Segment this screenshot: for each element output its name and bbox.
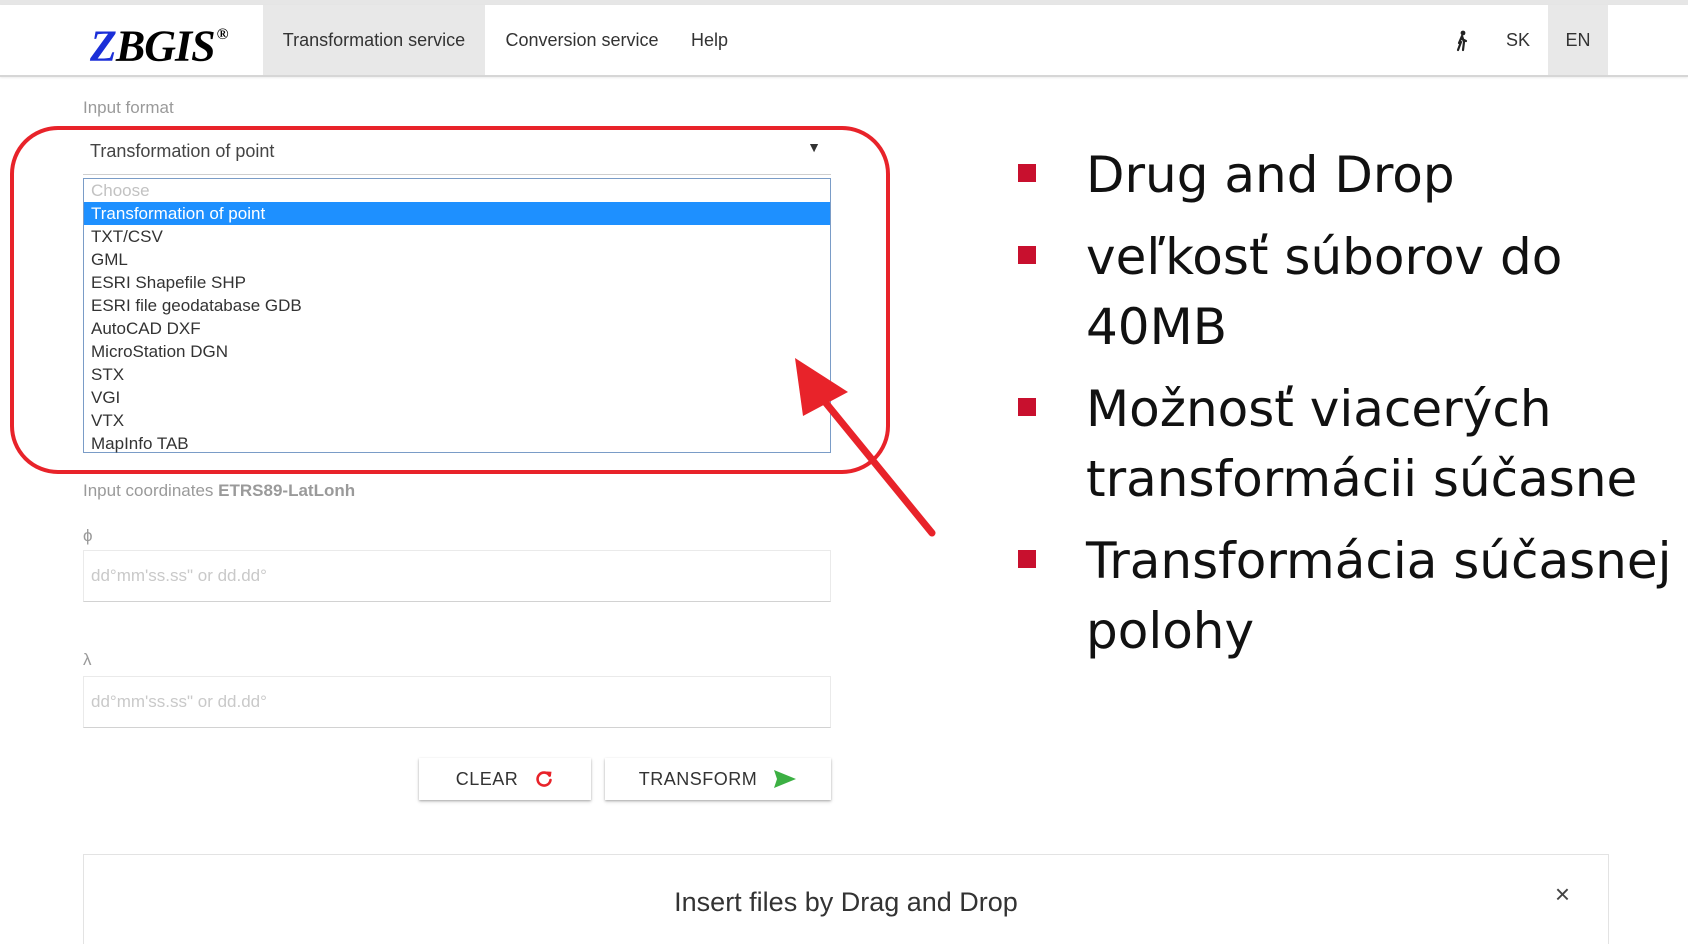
bullet-square-icon	[1018, 246, 1036, 264]
option-microstation-dgn[interactable]: MicroStation DGN	[84, 340, 830, 363]
drag-and-drop-zone[interactable]: Insert files by Drag and Drop ×	[83, 854, 1609, 944]
input-format-selected-value: Transformation of point	[90, 141, 275, 161]
input-format-label: Input format	[83, 98, 174, 117]
dropdown-arrow-icon: ▼	[807, 139, 821, 155]
input-coordinates-text: Input coordinates	[83, 481, 214, 500]
bullet-square-icon	[1018, 550, 1036, 568]
bullet-text: Možnosť viacerých transformácii súčasne	[1086, 380, 1638, 508]
option-gml[interactable]: GML	[84, 248, 830, 271]
bullet-item: veľkosť súborov do 40MB	[1018, 222, 1688, 362]
input-format-select[interactable]: Transformation of point ▼	[83, 128, 831, 175]
lang-en[interactable]: EN	[1548, 5, 1608, 75]
bullet-item: Možnosť viacerých transformácii súčasne	[1018, 374, 1688, 514]
close-icon[interactable]: ×	[1555, 879, 1570, 910]
send-arrow-icon	[774, 770, 797, 788]
logo-letters: BGIS	[115, 21, 216, 71]
bullet-item: Drug and Drop	[1018, 140, 1688, 210]
input-format-options-list[interactable]: Choose Transformation of point TXT/CSV G…	[83, 178, 831, 453]
top-navigation-bar: ZBGIS ® Transformation service Conversion…	[0, 5, 1688, 77]
lambda-input[interactable]	[83, 676, 831, 728]
refresh-icon	[536, 771, 553, 787]
drag-and-drop-title: Insert files by Drag and Drop	[674, 887, 1018, 917]
lambda-label: λ	[83, 650, 92, 669]
phi-label: ϕ	[83, 526, 93, 545]
nav-transformation-service[interactable]: Transformation service	[263, 5, 485, 75]
lang-sk[interactable]: SK	[1490, 5, 1546, 75]
option-autocad-dxf[interactable]: AutoCAD DXF	[84, 317, 830, 340]
option-txt-csv[interactable]: TXT/CSV	[84, 225, 830, 248]
annotation-bullet-list: Drug and Drop veľkosť súborov do 40MB Mo…	[1018, 140, 1688, 678]
option-mapinfo-tab[interactable]: MapInfo TAB	[84, 432, 830, 455]
transform-button-label: TRANSFORM	[638, 768, 758, 789]
bullet-text: Drug and Drop	[1086, 146, 1455, 204]
bullet-text: Transformácia súčasnej polohy	[1086, 532, 1672, 660]
phi-input[interactable]	[83, 550, 831, 602]
clear-button-label: CLEAR	[455, 768, 519, 789]
bullet-item: Transformácia súčasnej polohy	[1018, 526, 1688, 666]
bullet-square-icon	[1018, 398, 1036, 416]
clear-button[interactable]: CLEAR	[419, 758, 591, 800]
option-esri-gdb[interactable]: ESRI file geodatabase GDB	[84, 294, 830, 317]
input-coordinates-label: Input coordinates ETRS89-LatLonh	[83, 481, 355, 501]
option-transformation-of-point[interactable]: Transformation of point	[84, 202, 830, 225]
person-walking-icon	[1456, 30, 1468, 52]
coordinate-system-name: ETRS89-LatLonh	[218, 481, 356, 500]
option-esri-shapefile[interactable]: ESRI Shapefile SHP	[84, 271, 830, 294]
bullet-text: veľkosť súborov do 40MB	[1086, 228, 1563, 356]
zbgis-logo[interactable]: ZBGIS ®	[90, 15, 229, 71]
bullet-square-icon	[1018, 164, 1036, 182]
nav-conversion-service[interactable]: Conversion service	[487, 5, 677, 75]
nav-help[interactable]: Help	[677, 5, 742, 75]
accessibility-button[interactable]	[1440, 5, 1484, 75]
registered-mark: ®	[216, 26, 229, 43]
option-vgi[interactable]: VGI	[84, 386, 830, 409]
option-stx[interactable]: STX	[84, 363, 830, 386]
option-choose[interactable]: Choose	[84, 179, 830, 202]
transform-button[interactable]: TRANSFORM	[605, 758, 831, 800]
logo-letter-z: Z	[90, 21, 117, 71]
option-vtx[interactable]: VTX	[84, 409, 830, 432]
